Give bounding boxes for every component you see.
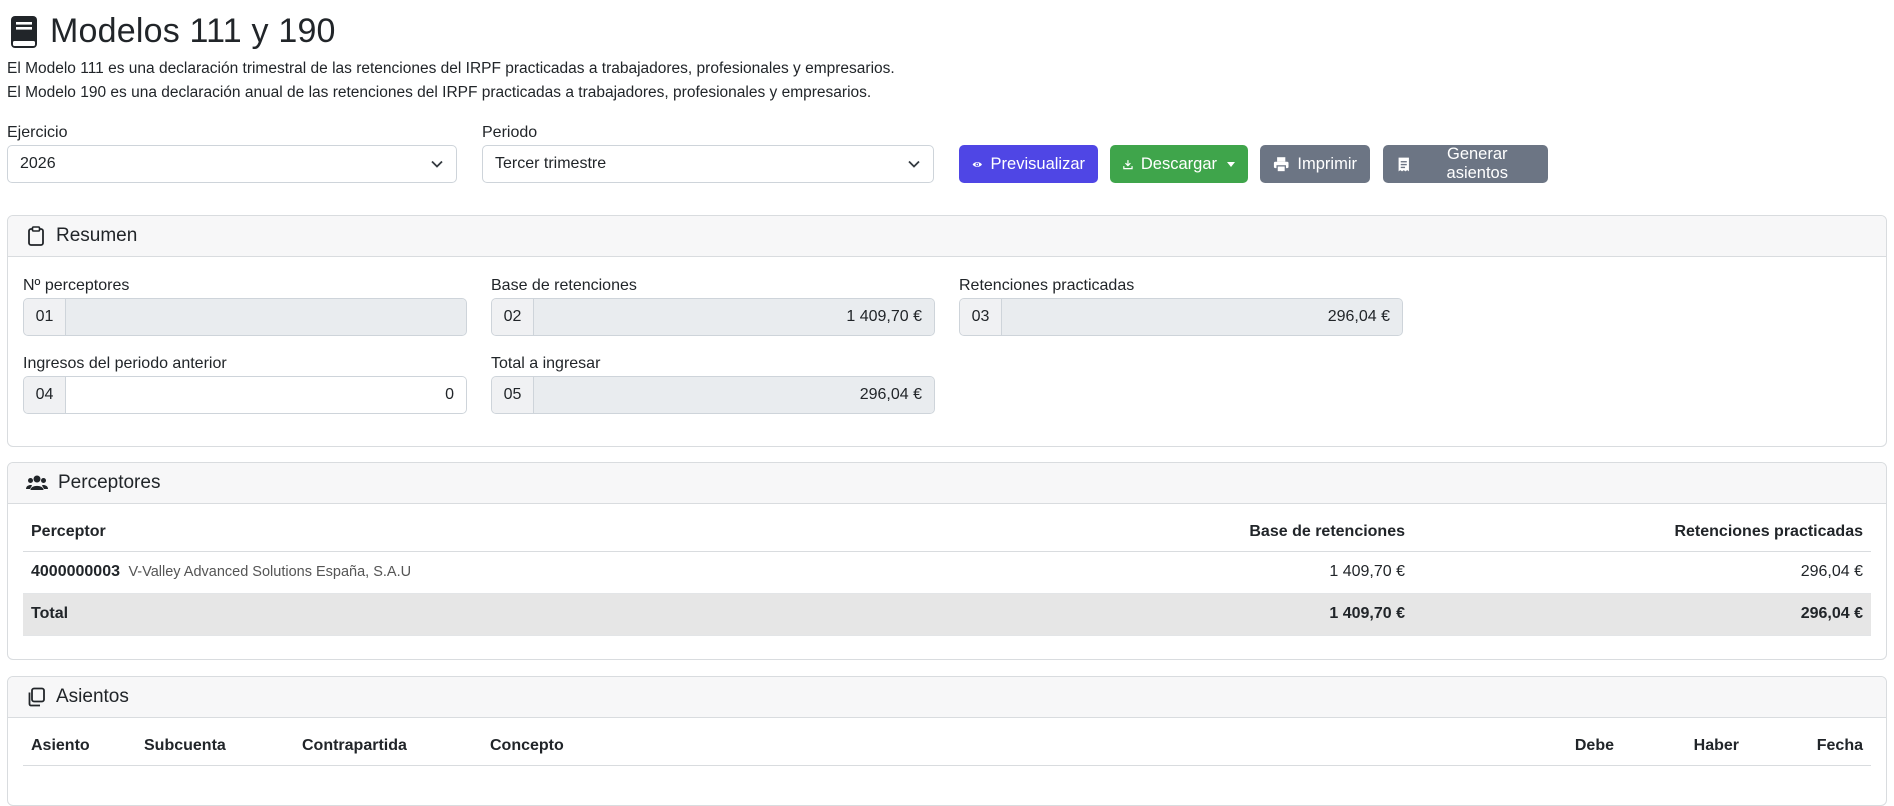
page-header: Modelos 111 y 190 [10,12,336,51]
eye-icon [972,161,982,167]
perceptores-title: Perceptores [58,472,161,493]
description-modelo-190: El Modelo 190 es una declaración anual d… [7,84,872,101]
col-concepto: Concepto [482,727,1502,766]
ejercicio-value: 2026 [20,155,56,172]
col-haber: Haber [1622,727,1747,766]
chevron-down-icon [908,160,920,168]
generate-entries-label: Generar asientos [1446,145,1508,182]
perceptor-name: V-Valley Advanced Solutions España, S.A.… [128,564,412,580]
page-title: Modelos 111 y 190 [50,12,336,50]
col-retenciones: Retenciones practicadas [1413,513,1871,552]
asientos-title: Asientos [56,686,129,707]
perceptor-cell: 4000000003 V-Valley Advanced Solutions E… [23,551,1163,594]
periodo-select[interactable]: Tercer trimestre [482,145,934,183]
col-contrapartida: Contrapartida [294,727,482,766]
field-label-retenciones: Retenciones practicadas [959,277,1135,294]
col-fecha: Fecha [1747,727,1871,766]
ejercicio-select[interactable]: 2026 [7,145,457,183]
page: Modelos 111 y 190 El Modelo 111 es una d… [0,0,1894,806]
col-asiento: Asiento [23,727,136,766]
field-code: 05 [492,377,534,413]
field-nperceptores: 01 [23,298,467,336]
col-subcuenta: Subcuenta [136,727,294,766]
copy-icon [28,687,45,707]
receipt-icon [1398,157,1409,171]
total-retenciones: 296,04 € [1413,593,1871,636]
users-icon [26,475,48,490]
download-icon [1123,159,1133,169]
field-value: 296,04 € [1002,299,1402,335]
retenciones-cell: 296,04 € [1413,551,1871,594]
chevron-down-icon [431,160,443,168]
periodo-label: Periodo [482,124,538,141]
asientos-card: Asientos Asiento Subcuenta Contrapartida… [7,676,1887,806]
table-row[interactable]: 4000000003 V-Valley Advanced Solutions E… [23,551,1871,594]
base-cell: 1 409,70 € [1163,551,1413,594]
print-label: Imprimir [1297,154,1357,173]
col-base: Base de retenciones [1163,513,1413,552]
field-value: 1 409,70 € [534,299,934,335]
total-base: 1 409,70 € [1163,593,1413,636]
periodo-value: Tercer trimestre [495,155,607,172]
field-code: 01 [24,299,66,335]
field-code: 02 [492,299,534,335]
perceptores-header: Perceptores [8,463,1886,504]
field-ingresos-anterior[interactable]: 04 0 [23,376,467,414]
preview-label: Previsualizar [990,154,1085,173]
perceptor-code: 4000000003 [31,563,120,580]
resumen-header: Resumen [8,216,1886,257]
book-icon [11,15,37,48]
field-label-total: Total a ingresar [491,355,601,372]
total-row: Total 1 409,70 € 296,04 € [23,593,1871,636]
asientos-table: Asiento Subcuenta Contrapartida Concepto… [23,727,1871,766]
field-retenciones-practicadas: 03 296,04 € [959,298,1403,336]
col-perceptor: Perceptor [23,513,1163,552]
generate-entries-button[interactable]: Generar asientos [1383,145,1548,183]
download-label: Descargar [1140,154,1217,173]
ingresos-anterior-input[interactable]: 0 [66,377,466,413]
field-base-retenciones: 02 1 409,70 € [491,298,935,336]
description-modelo-111: El Modelo 111 es una declaración trimest… [7,60,895,77]
clipboard-icon [28,226,44,246]
perceptores-card: Perceptores Perceptor Base de retencione… [7,462,1887,660]
caret-down-icon [1227,161,1235,167]
field-value [66,299,466,335]
preview-button[interactable]: Previsualizar [959,145,1098,183]
field-total-ingresar: 05 296,04 € [491,376,935,414]
print-button[interactable]: Imprimir [1260,145,1370,183]
field-label-base: Base de retenciones [491,277,637,294]
field-label-perceptores: Nº perceptores [23,277,130,294]
resumen-card: Resumen Nº perceptores 01 Base de retenc… [7,215,1887,447]
field-code: 04 [24,377,66,413]
field-label-ingresos: Ingresos del periodo anterior [23,355,227,372]
resumen-title: Resumen [56,225,138,246]
field-code: 03 [960,299,1002,335]
field-value: 296,04 € [534,377,934,413]
download-button[interactable]: Descargar [1110,145,1248,183]
perceptores-table: Perceptor Base de retenciones Retencione… [23,513,1871,636]
col-debe: Debe [1502,727,1622,766]
ejercicio-label: Ejercicio [7,124,68,141]
asientos-header: Asientos [8,677,1886,718]
printer-icon [1273,156,1289,172]
total-label: Total [23,593,1163,636]
